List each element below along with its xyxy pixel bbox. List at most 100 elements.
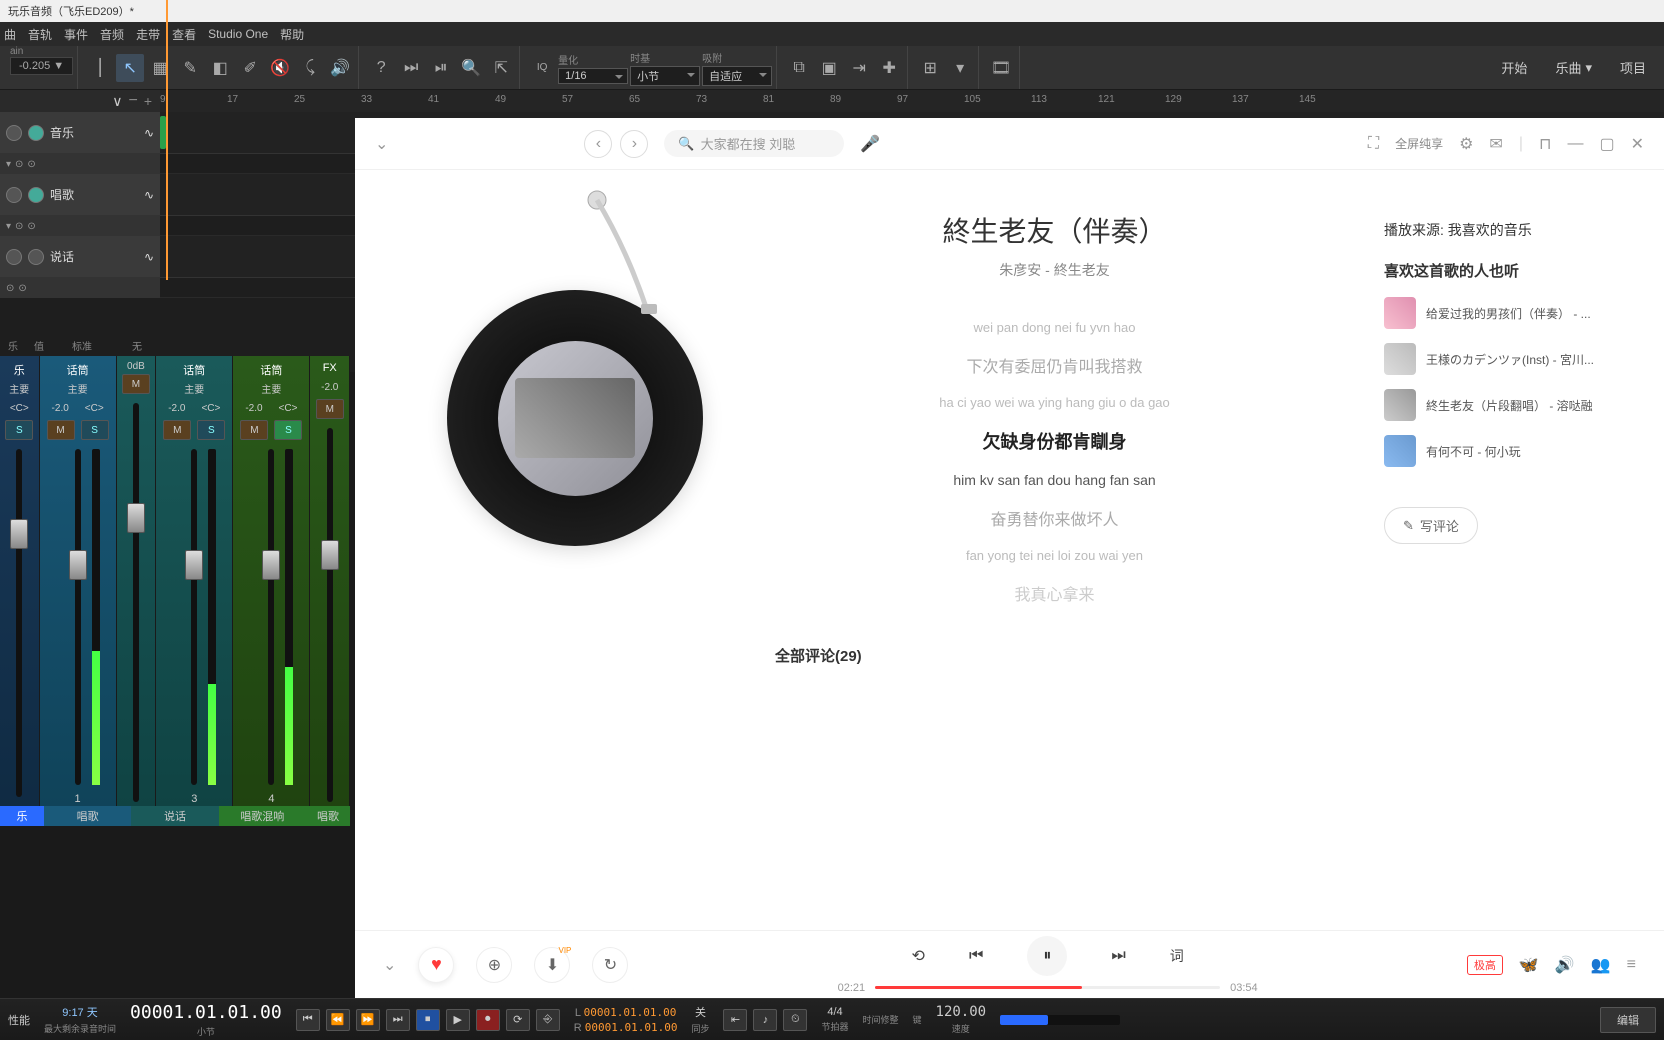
playlist-icon[interactable]: ≡ (1627, 956, 1636, 974)
rec-item[interactable]: 给爱过我的男孩们（伴奏） - ... (1384, 297, 1614, 329)
timeline-ruler[interactable]: ∨ − + 9172533414957657381899710511312112… (0, 90, 1664, 112)
split-icon[interactable]: ✚ (875, 54, 903, 82)
refresh-icon[interactable]: ↻ (592, 947, 628, 983)
quantize-select[interactable]: 1/16 (558, 68, 628, 84)
search-input[interactable]: 🔍 大家都在搜 刘聪 (664, 130, 844, 157)
preroll-icon[interactable]: ⇤ (723, 1009, 747, 1031)
mail-icon[interactable]: ✉ (1489, 134, 1502, 154)
rec-item[interactable]: 有何不可 - 何小玩 (1384, 435, 1614, 467)
track-toggle-icon[interactable] (6, 249, 22, 265)
menu-item[interactable]: 音频 (100, 26, 124, 43)
comment-button[interactable]: ✎ 写评论 (1384, 507, 1478, 544)
forward-icon[interactable]: ⏩ (356, 1009, 380, 1031)
rec-item[interactable]: 終生老友（片段翻唱） - 溶哒融 (1384, 389, 1614, 421)
zoom-in-icon[interactable]: + (144, 93, 152, 109)
mixer-channel[interactable]: 话筒 主要 -2.0<C> MS 4 自动:关 (233, 356, 310, 826)
gear-icon[interactable]: ⚙ (1459, 134, 1473, 154)
loop-left[interactable]: 00001.01.01.00 (584, 1006, 677, 1019)
close-icon[interactable]: ✕ (1631, 134, 1644, 154)
position-display[interactable]: 00001.01.01.00 (130, 1002, 282, 1023)
menu-item[interactable]: 查看 (172, 26, 196, 43)
fullscreen-label[interactable]: 全屏纯享 (1395, 135, 1443, 152)
prev-track-icon[interactable]: ⏮ (969, 947, 983, 965)
timebase-select[interactable]: 小节 (630, 66, 700, 86)
crop-icon[interactable]: ▣ (815, 54, 843, 82)
lyrics-panel[interactable]: wei pan dong nei fu yvn hao 下次有委屈仍肯叫我搭救 … (939, 320, 1170, 605)
playhead[interactable] (166, 0, 168, 280)
mini-icon[interactable]: ⊓ (1539, 134, 1551, 154)
mixer-label[interactable]: 唱歌 (44, 806, 131, 826)
click-icon[interactable]: ♪ (753, 1009, 777, 1031)
expand-icon[interactable]: ⛶ (1368, 135, 1379, 153)
zoom-icon[interactable]: 🔍 (457, 54, 485, 82)
precount-icon[interactable]: ⏲ (783, 1009, 807, 1031)
track-automation-icon[interactable]: ∿ (144, 250, 154, 264)
paint-tool-icon[interactable]: ✐ (236, 54, 264, 82)
menu-item[interactable]: Studio One (208, 27, 268, 41)
nav-forward-icon[interactable]: › (620, 130, 648, 158)
help-icon[interactable]: ? (367, 54, 395, 82)
mixer-label[interactable]: 唱歌混响 (219, 806, 306, 826)
gain-value[interactable]: -0.205 ▼ (10, 57, 73, 75)
mixer-channel[interactable]: 话筒 主要 -2.0<C> MS 3 自动:关 (156, 356, 233, 826)
menu-item[interactable]: 曲 (4, 26, 16, 43)
mute-tool-icon[interactable]: 🔇 (266, 54, 294, 82)
mixer-channel[interactable]: 0dB M 2 (117, 356, 157, 826)
track-toggle-icon[interactable] (6, 187, 22, 203)
eraser-tool-icon[interactable]: ◧ (206, 54, 234, 82)
expand-icon[interactable]: ⌄ (383, 955, 396, 975)
ripple-icon[interactable]: ⇥ (845, 54, 873, 82)
edit-button[interactable]: 编辑 (1600, 1007, 1656, 1033)
quality-badge[interactable]: 极高 (1467, 955, 1503, 975)
track-automation-icon[interactable]: ∿ (144, 188, 154, 202)
export-icon[interactable]: ⇱ (487, 54, 515, 82)
nav-back-icon[interactable]: ‹ (584, 130, 612, 158)
track-automation-icon[interactable]: ∿ (144, 126, 154, 140)
source-label[interactable]: 播放来源: 我喜欢的音乐 (1384, 220, 1614, 240)
play-double-icon[interactable]: ⏯ (427, 54, 455, 82)
play-half-icon[interactable]: ⏭ (397, 54, 425, 82)
song-button[interactable]: 乐曲 ▾ (1543, 54, 1604, 81)
tempo-value[interactable]: 120.00 (936, 1004, 987, 1020)
start-button[interactable]: 开始 (1489, 54, 1539, 81)
menu-item[interactable]: 音轨 (28, 26, 52, 43)
effects-icon[interactable]: 🦋 (1519, 955, 1539, 975)
record-icon[interactable]: ⏺ (476, 1009, 500, 1031)
menu-item[interactable]: 帮助 (280, 26, 304, 43)
time-sig[interactable]: 4/4 (827, 1006, 842, 1018)
menu-item[interactable]: 事件 (64, 26, 88, 43)
bend-tool-icon[interactable]: ⤹ (296, 54, 324, 82)
menu-item[interactable]: 走带 (136, 26, 160, 43)
rec-item[interactable]: 王様のカデンツァ(Inst) - 宮川... (1384, 343, 1614, 375)
arrow-tool-icon[interactable]: ↖ (116, 54, 144, 82)
pencil-tool-icon[interactable]: ✎ (176, 54, 204, 82)
track-arm-icon[interactable] (28, 125, 44, 141)
tool-marker-icon[interactable]: ⎮ (86, 54, 114, 82)
progress-bar[interactable] (875, 986, 1220, 989)
snap-select[interactable]: 自适应 (702, 66, 772, 86)
volume-icon[interactable]: 🔊 (1555, 955, 1575, 975)
grid-icon[interactable]: ⊞ (916, 54, 944, 82)
iq-label[interactable]: IQ (528, 54, 556, 82)
track-arm-icon[interactable] (28, 187, 44, 203)
loop-icon[interactable]: ⟳ (506, 1009, 530, 1031)
track-arm-icon[interactable] (28, 249, 44, 265)
mixer-channel[interactable]: 话筒 主要 -2.0<C> MS 1 自动:关 (40, 356, 117, 826)
perf-label[interactable]: 性能 (8, 1012, 30, 1028)
project-button[interactable]: 项目 (1608, 54, 1658, 81)
video-icon[interactable]: 🎞 (987, 54, 1015, 82)
like-button[interactable]: ♥ (418, 947, 454, 983)
chevron-down-icon[interactable]: ▾ (946, 54, 974, 82)
together-icon[interactable]: 👥 (1591, 955, 1611, 975)
go-end-icon[interactable]: ⏭ (386, 1009, 410, 1031)
mixer-label[interactable]: 唱歌 (306, 806, 350, 826)
add-playlist-icon[interactable]: ⊕ (476, 947, 512, 983)
next-track-icon[interactable]: ⏭ (1111, 947, 1125, 965)
range-tool-icon[interactable]: ▦ (146, 54, 174, 82)
zoom-slider[interactable] (1000, 1015, 1120, 1025)
loop-right[interactable]: 00001.01.01.00 (585, 1021, 678, 1034)
duplicate-icon[interactable]: ⧉ (785, 54, 813, 82)
comments-header[interactable]: 全部评论(29) (775, 645, 862, 666)
sync-off[interactable]: 关 (695, 1004, 706, 1020)
lyrics-toggle[interactable]: 词 (1170, 946, 1184, 966)
